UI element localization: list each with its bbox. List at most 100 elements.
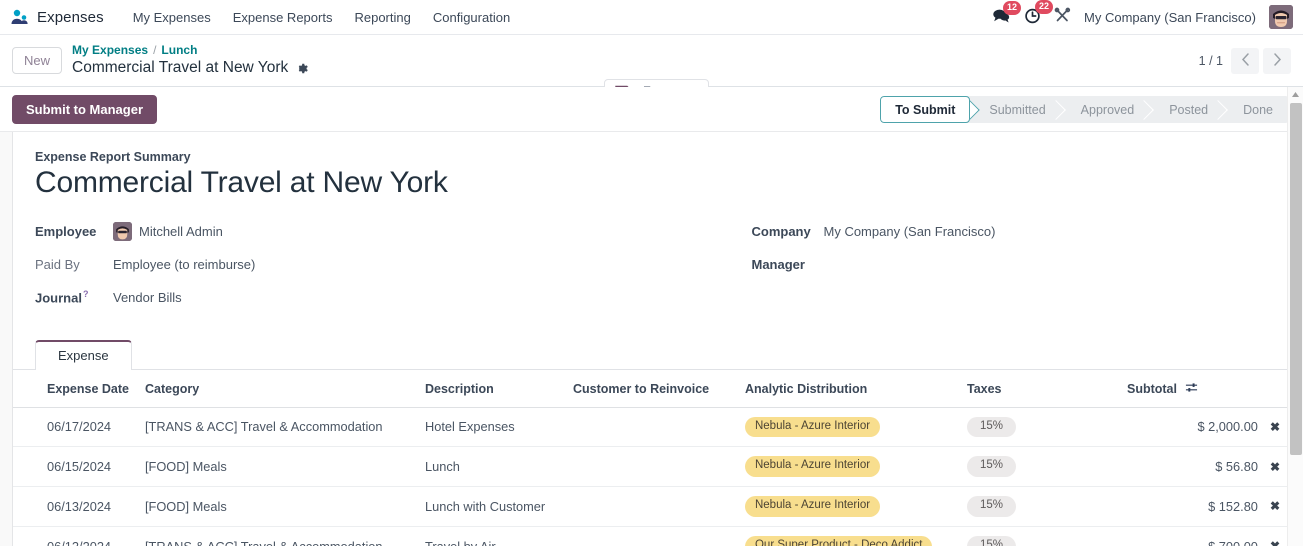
submit-to-manager-button[interactable]: Submit to Manager bbox=[12, 95, 158, 124]
cell-description[interactable]: Lunch with Customer bbox=[416, 486, 565, 527]
field-paid-by: Paid By Employee (to reimburse) bbox=[35, 252, 652, 277]
help-tooltip-icon[interactable]: ? bbox=[83, 289, 89, 299]
delete-row-button[interactable]: ✖ bbox=[1268, 540, 1282, 546]
company-switcher[interactable]: My Company (San Francisco) bbox=[1084, 10, 1256, 25]
column-header-customer-to-reinvoice[interactable]: Customer to Reinvoice bbox=[564, 369, 737, 408]
messages-button[interactable]: 12 bbox=[992, 0, 1022, 27]
status-step-submitted[interactable]: Submitted bbox=[970, 96, 1062, 123]
scrollbar-up-button[interactable] bbox=[1288, 87, 1303, 102]
gear-icon[interactable] bbox=[295, 62, 308, 75]
vertical-scrollbar[interactable] bbox=[1287, 87, 1303, 546]
subtotal-amount: $ 2,000.00 bbox=[1197, 419, 1258, 435]
app-name: Expenses bbox=[37, 8, 104, 26]
breadcrumb-path: My Expenses / Lunch bbox=[72, 43, 308, 58]
pager-previous-button[interactable] bbox=[1231, 47, 1259, 74]
status-bar: To Submit Submitted Approved Posted Done bbox=[880, 96, 1289, 123]
breadcrumb-separator: / bbox=[153, 43, 157, 58]
field-label-manager: Manager bbox=[751, 256, 805, 272]
cell-expense-date[interactable]: 06/15/2024 bbox=[13, 446, 137, 488]
cell-taxes[interactable]: 15% bbox=[958, 407, 1119, 448]
new-button[interactable]: New bbox=[12, 47, 63, 74]
column-header-description[interactable]: Description bbox=[416, 369, 565, 408]
breadcrumb-item-my-expenses[interactable]: My Expenses bbox=[72, 43, 148, 58]
cell-customer-to-reinvoice[interactable] bbox=[564, 446, 737, 488]
cell-taxes[interactable]: 15% bbox=[958, 446, 1119, 488]
table-row[interactable]: 06/12/2024 [TRANS & ACC] Travel & Accomm… bbox=[13, 526, 1290, 546]
cell-category[interactable]: [TRANS & ACC] Travel & Accommodation bbox=[136, 407, 417, 448]
delete-row-button[interactable]: ✖ bbox=[1268, 500, 1282, 512]
cell-expense-date[interactable]: 06/13/2024 bbox=[13, 486, 137, 527]
field-label-paid-by: Paid By bbox=[35, 256, 80, 272]
cell-description[interactable]: Hotel Expenses bbox=[416, 407, 565, 448]
menu-my-expenses[interactable]: My Expenses bbox=[122, 6, 222, 29]
column-header-taxes[interactable]: Taxes bbox=[958, 369, 1119, 408]
column-header-subtotal[interactable]: Subtotal bbox=[1118, 369, 1290, 408]
field-value-employee[interactable]: Mitchell Admin bbox=[113, 221, 223, 241]
avatar[interactable] bbox=[1269, 5, 1293, 29]
expenses-app-icon bbox=[10, 8, 29, 27]
cell-description[interactable]: Lunch bbox=[416, 446, 565, 488]
analytic-tag[interactable]: Nebula - Azure Interior bbox=[744, 416, 881, 438]
analytic-tag[interactable]: Nebula - Azure Interior bbox=[744, 496, 881, 517]
debug-tools-button[interactable] bbox=[1054, 7, 1071, 27]
activities-badge: 22 bbox=[1035, 0, 1054, 14]
tax-tag[interactable]: 15% bbox=[966, 416, 1017, 438]
status-step-approved[interactable]: Approved bbox=[1061, 96, 1151, 123]
column-header-expense-date[interactable]: Expense Date bbox=[13, 369, 137, 408]
cell-analytic-distribution[interactable]: Nebula - Azure Interior bbox=[736, 446, 959, 488]
cell-taxes[interactable]: 15% bbox=[958, 526, 1119, 546]
tax-tag[interactable]: 15% bbox=[966, 496, 1017, 517]
cell-expense-date[interactable]: 06/17/2024 bbox=[13, 407, 137, 448]
menu-expense-reports[interactable]: Expense Reports bbox=[222, 6, 344, 29]
cell-analytic-distribution[interactable]: Our Super Product - Deco Addict bbox=[736, 526, 959, 546]
column-header-analytic-distribution[interactable]: Analytic Distribution bbox=[736, 369, 959, 408]
cell-customer-to-reinvoice[interactable] bbox=[564, 486, 737, 527]
field-value-company[interactable]: My Company (San Francisco) bbox=[824, 224, 996, 239]
delete-row-button[interactable]: ✖ bbox=[1268, 461, 1282, 473]
cell-category[interactable]: [TRANS & ACC] Travel & Accommodation bbox=[136, 526, 417, 546]
scrollbar-thumb[interactable] bbox=[1290, 103, 1302, 455]
app-brand[interactable]: Expenses bbox=[10, 8, 104, 27]
subtotal-amount: $ 700.00 bbox=[1208, 539, 1258, 546]
menu-reporting[interactable]: Reporting bbox=[343, 6, 421, 29]
status-step-posted[interactable]: Posted bbox=[1150, 96, 1225, 123]
delete-row-button[interactable]: ✖ bbox=[1268, 421, 1282, 433]
analytic-tag[interactable]: Our Super Product - Deco Addict bbox=[744, 535, 933, 546]
tab-expense[interactable]: Expense bbox=[35, 339, 132, 370]
table-row[interactable]: 06/17/2024 [TRANS & ACC] Travel & Accomm… bbox=[13, 407, 1290, 448]
cell-subtotal[interactable]: $ 56.80 ✖ bbox=[1118, 446, 1290, 488]
field-value-journal[interactable]: Vendor Bills bbox=[113, 290, 182, 305]
main-menu: My Expenses Expense Reports Reporting Co… bbox=[122, 6, 521, 29]
cell-customer-to-reinvoice[interactable] bbox=[564, 407, 737, 448]
cell-description[interactable]: Travel by Air bbox=[416, 526, 565, 546]
pager-next-button[interactable] bbox=[1263, 47, 1291, 74]
menu-configuration[interactable]: Configuration bbox=[422, 6, 521, 29]
cell-expense-date[interactable]: 06/12/2024 bbox=[13, 526, 137, 546]
field-value-paid-by[interactable]: Employee (to reimburse) bbox=[113, 257, 255, 272]
tax-tag[interactable]: 15% bbox=[966, 456, 1017, 478]
chevron-right-icon bbox=[1273, 52, 1282, 69]
status-step-to-submit[interactable]: To Submit bbox=[880, 96, 971, 123]
cell-analytic-distribution[interactable]: Nebula - Azure Interior bbox=[736, 407, 959, 448]
table-header-row: Expense Date Category Description Custom… bbox=[13, 369, 1290, 408]
cell-customer-to-reinvoice[interactable] bbox=[564, 526, 737, 546]
cell-category[interactable]: [FOOD] Meals bbox=[136, 486, 417, 527]
tax-tag[interactable]: 15% bbox=[966, 535, 1017, 546]
table-row[interactable]: 06/13/2024 [FOOD] Meals Lunch with Custo… bbox=[13, 486, 1290, 527]
table-row[interactable]: 06/15/2024 [FOOD] Meals Lunch Nebula - A… bbox=[13, 446, 1290, 488]
form-fields: Employee Mitchell Admin Paid By Employee… bbox=[35, 219, 1268, 318]
analytic-tag[interactable]: Nebula - Azure Interior bbox=[744, 456, 881, 478]
cell-taxes[interactable]: 15% bbox=[958, 486, 1119, 527]
column-options-icon[interactable] bbox=[1185, 381, 1198, 397]
column-header-category[interactable]: Category bbox=[136, 369, 417, 408]
field-employee: Employee Mitchell Admin bbox=[35, 219, 652, 244]
cell-subtotal[interactable]: $ 152.80 ✖ bbox=[1118, 486, 1290, 527]
control-panel: New My Expenses / Lunch Commercial Trave… bbox=[0, 35, 1303, 119]
cell-subtotal[interactable]: $ 700.00 ✖ bbox=[1118, 526, 1290, 546]
activities-button[interactable]: 22 bbox=[1024, 0, 1054, 27]
cell-category[interactable]: [FOOD] Meals bbox=[136, 446, 417, 488]
cell-analytic-distribution[interactable]: Nebula - Azure Interior bbox=[736, 486, 959, 527]
breadcrumb-item-lunch[interactable]: Lunch bbox=[161, 43, 197, 58]
cell-subtotal[interactable]: $ 2,000.00 ✖ bbox=[1118, 407, 1290, 448]
status-step-done[interactable]: Done bbox=[1224, 96, 1289, 123]
